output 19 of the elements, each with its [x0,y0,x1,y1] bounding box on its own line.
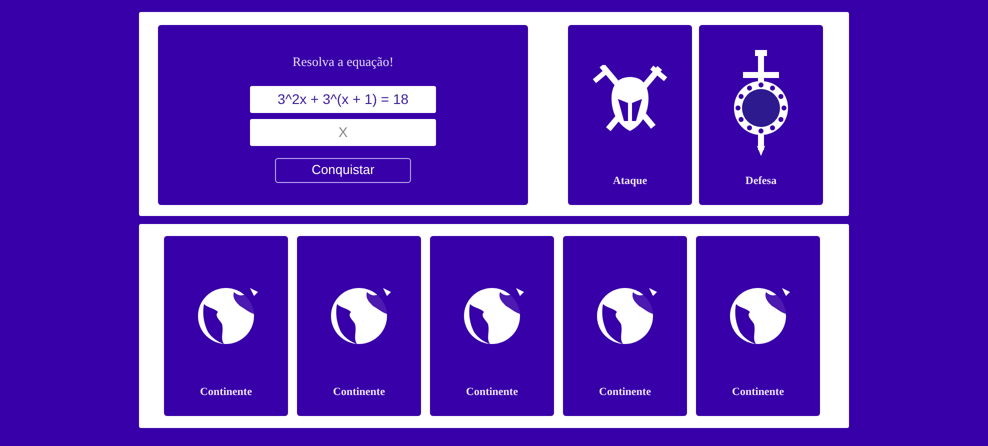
answer-input[interactable]: X [250,118,436,146]
card-label: Continente [466,385,518,400]
defense-card[interactable]: Defesa [699,25,823,205]
card-label: Continente [732,385,784,400]
continent-card[interactable]: Continente [297,236,421,416]
shield-sword-icon [731,50,791,156]
card-label: Continente [333,385,385,400]
conquer-button[interactable]: Conquistar [275,158,411,182]
attack-card[interactable]: Ataque [568,25,692,205]
card-label: Ataque [612,174,648,189]
card-label: Continente [599,385,651,400]
continent-card[interactable]: Continente [696,236,820,416]
continent-card[interactable]: Continente [164,236,288,416]
equation-display: 3^2x + 3^(x + 1) = 18 [250,86,436,112]
continent-card[interactable]: Continente [563,236,687,416]
equation-title: Resolva a equação! [292,53,394,71]
card-label: Continente [200,385,252,400]
continent-card[interactable]: Continente [430,236,554,416]
card-label: Defesa [745,174,777,189]
